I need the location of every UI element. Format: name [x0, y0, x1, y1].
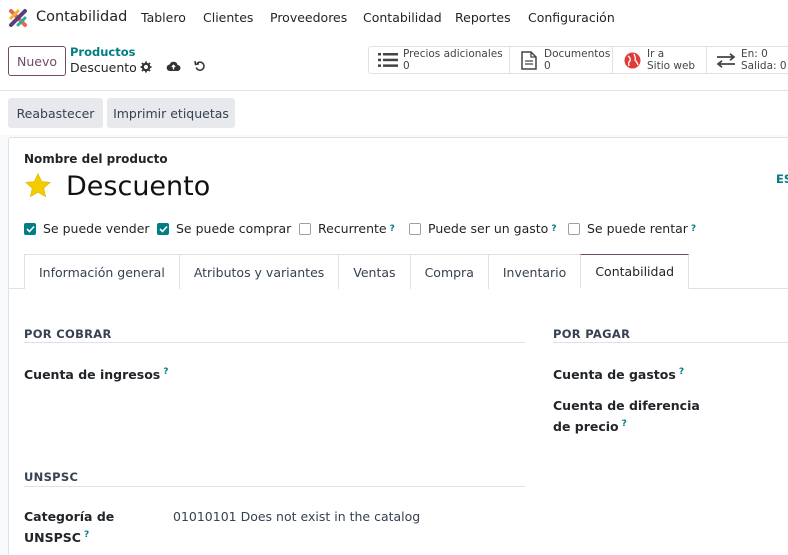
stat-value: Salida: 0 — [741, 60, 787, 72]
menu-item-proveedores[interactable]: Proveedores — [270, 10, 347, 25]
tab-general-information[interactable]: Información general — [24, 254, 180, 289]
globe-icon — [619, 52, 645, 69]
checkbox-label: Se puede comprar — [176, 221, 292, 236]
breadcrumb-current: Descuento — [70, 60, 137, 75]
checkbox-unchecked-icon[interactable] — [299, 222, 311, 235]
discard-undo-icon[interactable] — [193, 59, 206, 72]
menu-item-clientes[interactable]: Clientes — [203, 10, 253, 25]
checkbox-checked-icon[interactable] — [24, 222, 36, 235]
can-be-sold-checkbox[interactable]: Se puede vender — [24, 221, 150, 236]
section-divider — [553, 342, 788, 343]
gear-icon[interactable] — [139, 60, 152, 73]
unspsc-category-label: Categoría de UNSPSC? — [24, 508, 114, 547]
tab-inventory[interactable]: Inventario — [487, 254, 582, 289]
field-label-text: UNSPSC — [24, 530, 81, 546]
cloud-upload-icon[interactable] — [166, 59, 181, 72]
app-name[interactable]: Contabilidad — [36, 9, 127, 25]
control-panel: Nuevo Productos Descuento Precios adicio… — [0, 36, 788, 91]
menu-item-tablero[interactable]: Tablero — [141, 10, 186, 25]
unspsc-section-title: UNSPSC — [24, 470, 79, 484]
product-name-label: Nombre del producto — [24, 152, 168, 166]
tab-accounting[interactable]: Contabilidad — [580, 254, 690, 289]
income-account-label: Cuenta de ingresos? — [24, 363, 168, 384]
list-icon — [375, 52, 401, 68]
field-label-text: Cuenta de ingresos — [24, 367, 161, 383]
unspsc-category-field[interactable]: 01010101 Does not exist in the catalog — [173, 509, 420, 524]
help-tooltip-icon[interactable]: ? — [390, 224, 395, 234]
help-tooltip-icon[interactable]: ? — [679, 367, 684, 377]
can-be-purchased-checkbox[interactable]: Se puede comprar — [157, 221, 291, 236]
checkbox-label: Se puede vender — [43, 221, 150, 236]
can-be-expensed-checkbox[interactable]: Puede ser un gasto? — [409, 221, 557, 236]
checkbox-unchecked-icon[interactable] — [409, 222, 421, 235]
app-logo-icon[interactable] — [8, 8, 28, 28]
top-navbar: Contabilidad Tablero Clientes Proveedore… — [0, 0, 788, 36]
tab-sales[interactable]: Ventas — [338, 254, 411, 289]
extra-prices-stat-button[interactable]: Precios adicionales 0 — [368, 46, 510, 74]
tab-attributes-variants[interactable]: Atributos y variantes — [178, 254, 340, 289]
go-to-website-stat-button[interactable]: Ir a Sitio web — [613, 46, 707, 74]
field-label-text: Categoría de — [24, 509, 115, 524]
stat-value: 0 — [403, 60, 410, 72]
payable-section-title: POR PAGAR — [553, 327, 631, 341]
expense-account-label: Cuenta de gastos? — [553, 363, 684, 384]
replenish-button[interactable]: Reabastecer — [8, 98, 103, 128]
menu-item-contabilidad[interactable]: Contabilidad — [363, 10, 442, 25]
section-divider — [24, 342, 525, 343]
menu-item-reportes[interactable]: Reportes — [455, 10, 511, 25]
checkbox-label: Recurrente — [318, 221, 387, 236]
checkbox-unchecked-icon[interactable] — [568, 222, 580, 235]
section-divider — [24, 486, 525, 487]
stat-label: Documentos — [544, 48, 611, 60]
tab-purchase[interactable]: Compra — [409, 254, 489, 289]
checkbox-label: Puede ser un gasto — [428, 221, 549, 236]
form-tabs: Información general Atributos y variante… — [24, 254, 690, 289]
documents-stat-button[interactable]: Documentos 0 — [510, 46, 613, 74]
action-bar: Reabastecer Imprimir etiquetas — [0, 91, 788, 135]
help-tooltip-icon[interactable]: ? — [691, 224, 696, 234]
breadcrumb-parent[interactable]: Productos — [70, 45, 135, 59]
product-name-field[interactable]: Descuento — [66, 171, 210, 202]
receivable-section-title: POR COBRAR — [24, 327, 112, 341]
stat-label: Ir a — [647, 48, 665, 60]
document-icon — [516, 50, 542, 70]
language-badge[interactable]: ES — [776, 172, 788, 186]
price-difference-account-label: Cuenta de diferencia de precio? — [553, 397, 700, 436]
transfer-arrows-icon — [713, 52, 739, 68]
checkbox-label: Se puede rentar — [587, 221, 688, 236]
menu-item-configuracion[interactable]: Configuración — [528, 10, 615, 25]
new-button[interactable]: Nuevo — [8, 46, 66, 76]
field-label-text: de precio — [553, 419, 619, 435]
stat-value: 0 — [544, 60, 551, 72]
field-label-text: Cuenta de diferencia — [553, 398, 700, 413]
stat-label: En: 0 — [741, 48, 768, 60]
help-tooltip-icon[interactable]: ? — [551, 224, 556, 234]
checkbox-checked-icon[interactable] — [157, 222, 169, 235]
print-labels-button[interactable]: Imprimir etiquetas — [107, 98, 235, 128]
recurring-checkbox[interactable]: Recurrente? — [299, 221, 395, 236]
in-out-moves-stat-button[interactable]: En: 0 Salida: 0 — [707, 46, 788, 74]
help-tooltip-icon[interactable]: ? — [163, 367, 168, 377]
help-tooltip-icon[interactable]: ? — [622, 419, 627, 429]
favorite-star-icon[interactable] — [24, 172, 52, 200]
stat-value: Sitio web — [647, 60, 696, 72]
stat-label: Precios adicionales — [403, 48, 503, 60]
field-label-text: Cuenta de gastos — [553, 367, 676, 383]
help-tooltip-icon[interactable]: ? — [84, 530, 89, 540]
can-be-rented-checkbox[interactable]: Se puede rentar? — [568, 221, 696, 236]
